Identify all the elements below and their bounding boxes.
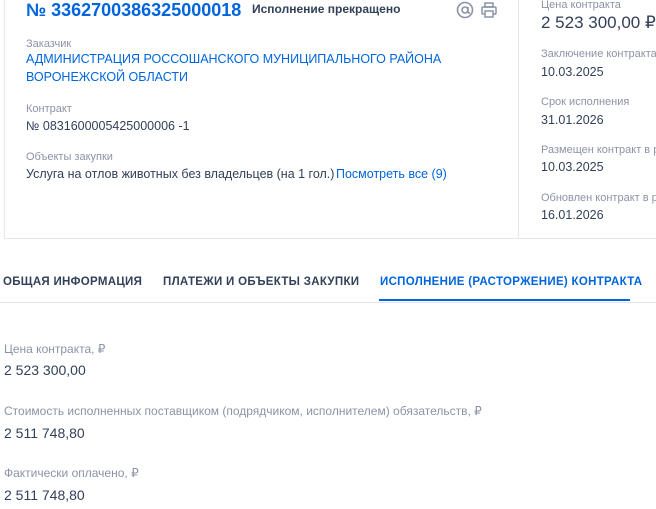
term-label: Срок исполнения bbox=[541, 96, 630, 108]
updated-label: Обновлен контракт в ре bbox=[541, 192, 656, 204]
print-icon[interactable] bbox=[480, 1, 498, 19]
card-actions bbox=[456, 1, 498, 19]
field-label-executed: Стоимость исполненных поставщиком (подря… bbox=[4, 404, 482, 418]
customer-link[interactable]: АДМИНИСТРАЦИЯ РОССОШАНСКОГО МУНИЦИПАЛЬНО… bbox=[26, 50, 466, 86]
placed-label: Размещен контракт в ре bbox=[541, 144, 656, 156]
placed-date: 10.03.2025 bbox=[541, 160, 604, 174]
active-tab-indicator bbox=[379, 299, 630, 301]
contract-card: № 3362700386325000018 Исполнение прекращ… bbox=[4, 0, 656, 239]
contract-number: № 0831600005425000006 -1 bbox=[26, 119, 190, 133]
tab-bar: ОБЩАЯ ИНФОРМАЦИЯ ПЛАТЕЖИ И ОБЪЕКТЫ ЗАКУП… bbox=[0, 262, 656, 302]
field-value-paid: 2 511 748,80 bbox=[4, 487, 85, 503]
contract-label: Контракт bbox=[26, 103, 72, 115]
field-label-paid: Фактически оплачено, ₽ bbox=[4, 466, 139, 480]
email-icon[interactable] bbox=[456, 1, 474, 19]
customer-label: Заказчик bbox=[26, 38, 72, 50]
tab-payments-objects[interactable]: ПЛАТЕЖИ И ОБЪЕКТЫ ЗАКУПКИ bbox=[163, 276, 359, 288]
tab-execution[interactable]: ИСПОЛНЕНИЕ (РАСТОРЖЕНИЕ) КОНТРАКТА bbox=[380, 276, 642, 288]
contract-side-info: Цена контракта 2 523 300,00 ₽ Заключение… bbox=[518, 0, 656, 238]
price-value: 2 523 300,00 ₽ bbox=[541, 13, 656, 32]
tabs-divider bbox=[0, 302, 656, 303]
view-all-link[interactable]: Посмотреть все (9) bbox=[336, 167, 447, 181]
updated-date: 16.01.2026 bbox=[541, 208, 604, 222]
tab-general-info[interactable]: ОБЩАЯ ИНФОРМАЦИЯ bbox=[3, 276, 142, 288]
status-text: Исполнение прекращено bbox=[252, 2, 401, 16]
field-value-executed: 2 511 748,80 bbox=[4, 425, 85, 441]
field-value-price: 2 523 300,00 bbox=[4, 362, 86, 378]
contract-main-info: № 3362700386325000018 Исполнение прекращ… bbox=[26, 0, 516, 238]
conclusion-date: 10.03.2025 bbox=[541, 65, 604, 79]
price-label: Цена контракта bbox=[541, 0, 621, 11]
conclusion-label: Заключение контракта bbox=[541, 48, 656, 60]
objects-label: Объекты закупки bbox=[26, 151, 113, 163]
field-label-price: Цена контракта, ₽ bbox=[4, 342, 106, 356]
term-date: 31.01.2026 bbox=[541, 113, 604, 127]
objects-value: Услуга на отлов животных без владельцев … bbox=[26, 167, 335, 181]
registry-number-link[interactable]: № 3362700386325000018 bbox=[26, 0, 241, 21]
